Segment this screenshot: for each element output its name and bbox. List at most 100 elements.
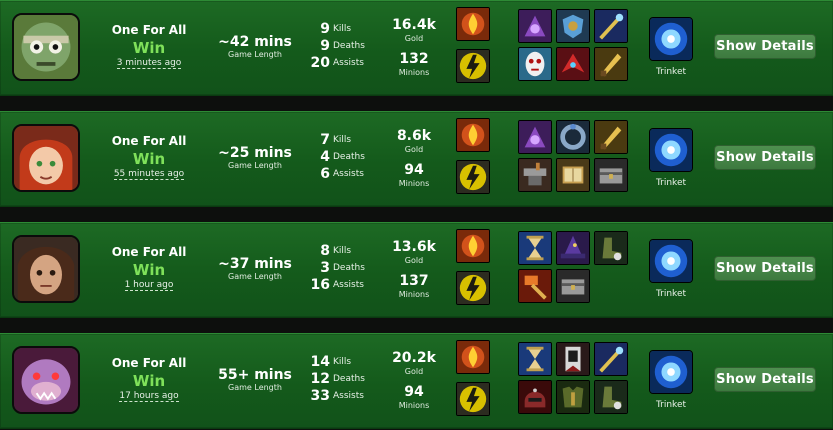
game-length-label: Game Length xyxy=(228,161,282,170)
show-details-button[interactable]: Show Details xyxy=(714,145,816,170)
trinket-label: Trinket xyxy=(655,67,687,77)
champion-portrait-icon xyxy=(12,124,80,192)
deaths-label: Deaths xyxy=(333,41,365,51)
game-length-label: Game Length xyxy=(228,272,282,281)
item-red-wing-icon xyxy=(556,47,590,81)
gold-value: 13.6k xyxy=(392,239,436,255)
gold-value: 16.4k xyxy=(392,17,436,33)
kills-label: Kills xyxy=(333,135,352,145)
item-hourglass-icon xyxy=(518,231,552,265)
show-details-button[interactable]: Show Details xyxy=(714,256,816,281)
assists-value: 16 xyxy=(310,277,330,293)
show-details-button[interactable]: Show Details xyxy=(714,367,816,392)
game-length: ~37 mins xyxy=(218,256,292,272)
ignite-icon xyxy=(456,118,490,152)
game-result: Win xyxy=(132,372,166,390)
gold-value: 8.6k xyxy=(396,128,432,144)
deaths-value: 4 xyxy=(320,149,330,165)
assists-label: Assists xyxy=(333,169,364,179)
kills-label: Kills xyxy=(333,24,352,34)
time-ago: 55 minutes ago xyxy=(113,169,185,180)
assists-label: Assists xyxy=(333,391,364,401)
minions-value: 94 xyxy=(404,162,424,178)
trinket-label: Trinket xyxy=(655,178,687,188)
trinket-icon xyxy=(649,17,693,61)
item-banner-icon xyxy=(556,342,590,376)
deaths-label: Deaths xyxy=(333,374,365,384)
kills-label: Kills xyxy=(333,246,352,256)
item-blue-shield-icon xyxy=(556,9,590,43)
minions-label: Minions xyxy=(398,401,430,410)
assists-stat: 33 Assists xyxy=(300,388,380,404)
item-gold-blade-icon xyxy=(594,120,628,154)
game-length: ~25 mins xyxy=(218,145,292,161)
assists-label: Assists xyxy=(333,280,364,290)
ignite-icon xyxy=(456,340,490,374)
gold-label: Gold xyxy=(404,256,424,265)
gold-label: Gold xyxy=(404,367,424,376)
kills-value: 7 xyxy=(320,132,330,148)
flash-icon xyxy=(456,49,490,83)
game-length: ~42 mins xyxy=(218,34,292,50)
kills-stat: 14 Kills xyxy=(300,354,380,370)
flash-icon xyxy=(456,382,490,416)
item-boots-icon xyxy=(594,231,628,265)
ignite-icon xyxy=(456,229,490,263)
item-hourglass-icon xyxy=(518,342,552,376)
trinket-label: Trinket xyxy=(655,400,687,410)
minions-label: Minions xyxy=(398,179,430,188)
minions-value: 137 xyxy=(399,273,429,289)
flash-icon xyxy=(456,271,490,305)
assists-value: 33 xyxy=(310,388,330,404)
gold-label: Gold xyxy=(404,34,424,43)
assists-value: 6 xyxy=(320,166,330,182)
assists-label: Assists xyxy=(333,58,364,68)
assists-stat: 16 Assists xyxy=(300,277,380,293)
deaths-value: 12 xyxy=(310,371,330,387)
game-length-label: Game Length xyxy=(228,383,282,392)
show-details-button[interactable]: Show Details xyxy=(714,34,816,59)
item-ring-icon xyxy=(556,120,590,154)
trinket-label: Trinket xyxy=(655,289,687,299)
deaths-value: 9 xyxy=(320,38,330,54)
deaths-stat: 12 Deaths xyxy=(300,371,380,387)
game-length: 55+ mins xyxy=(218,367,292,383)
item-mask-icon xyxy=(518,47,552,81)
champion-portrait-icon xyxy=(12,235,80,303)
item-chest-icon xyxy=(556,269,590,303)
kills-stat: 7 Kills xyxy=(300,132,380,148)
item-staff-icon xyxy=(594,342,628,376)
assists-value: 20 xyxy=(310,55,330,71)
kills-stat: 9 Kills xyxy=(300,21,380,37)
match-row: One For All Win 1 hour ago ~37 mins Game… xyxy=(0,222,833,318)
trinket-icon xyxy=(649,128,693,172)
gold-label: Gold xyxy=(404,145,424,154)
deaths-label: Deaths xyxy=(333,263,365,273)
item-wizard-hat-icon xyxy=(556,231,590,265)
kills-value: 14 xyxy=(310,354,330,370)
item-tome-icon xyxy=(556,158,590,192)
match-row: One For All Win 55 minutes ago ~25 mins … xyxy=(0,111,833,207)
game-length-label: Game Length xyxy=(228,50,282,59)
item-purple-icon xyxy=(518,120,552,154)
item-boots-icon xyxy=(594,380,628,414)
minions-value: 94 xyxy=(404,384,424,400)
minions-value: 132 xyxy=(399,51,429,67)
deaths-stat: 3 Deaths xyxy=(300,260,380,276)
minions-label: Minions xyxy=(398,290,430,299)
kills-stat: 8 Kills xyxy=(300,243,380,259)
ignite-icon xyxy=(456,7,490,41)
deaths-stat: 4 Deaths xyxy=(300,149,380,165)
item-hammer-icon xyxy=(518,269,552,303)
trinket-icon xyxy=(649,350,693,394)
item-armor-icon xyxy=(556,380,590,414)
assists-stat: 20 Assists xyxy=(300,55,380,71)
kills-value: 9 xyxy=(320,21,330,37)
match-row: One For All Win 17 hours ago 55+ mins Ga… xyxy=(0,333,833,429)
kills-value: 8 xyxy=(320,243,330,259)
minions-label: Minions xyxy=(398,68,430,77)
item-staff-icon xyxy=(594,9,628,43)
deaths-label: Deaths xyxy=(333,152,365,162)
item-purple-icon xyxy=(518,9,552,43)
game-result: Win xyxy=(132,261,166,279)
